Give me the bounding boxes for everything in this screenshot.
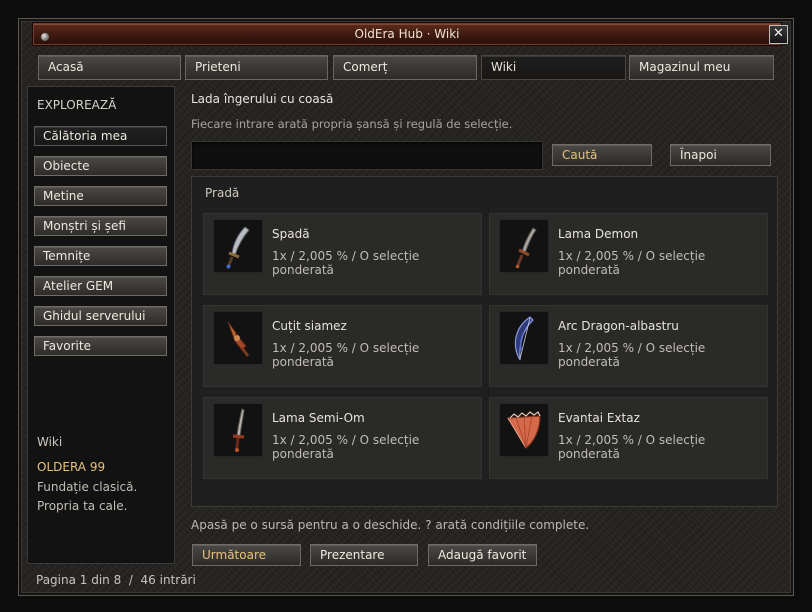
title-bar[interactable]: OldEra Hub · Wiki [33,23,781,45]
close-button[interactable]: ✕ [769,25,788,44]
sidebar-item-favorites[interactable]: Favorite [34,336,167,356]
loot-item-name: Evantai Extaz [558,411,640,425]
loot-item[interactable]: Spadă 1x / 2,005 % / O selecție ponderat… [203,213,482,295]
sidebar-heading: EXPLOREAZĂ [37,98,117,112]
tab-friends[interactable]: Prieteni [185,55,328,80]
loot-item-name: Cuțit siamez [272,319,347,333]
next-button[interactable]: Următoare [192,544,301,566]
loot-item-detail: 1x / 2,005 % / O selecție ponderată [558,433,706,461]
fan-icon [499,403,549,457]
half-man-blade-icon [213,403,263,457]
loot-item[interactable]: Evantai Extaz 1x / 2,005 % / O selecție … [489,397,768,479]
server-name: OLDERA 99 [37,460,106,474]
sword-icon [213,219,263,273]
pagination-info: Pagina 1 din 8 / 46 intrări [36,573,196,587]
loot-item-name: Arc Dragon-albastru [558,319,679,333]
tab-home[interactable]: Acasă [38,55,181,80]
page-subtitle: Fiecare intrare arată propria șansă și r… [191,117,513,131]
footer-hint: Apasă pe o sursă pentru a o deschide. ? … [191,518,590,532]
back-button[interactable]: Înapoi [670,144,771,166]
window-title: OldEra Hub · Wiki [354,27,460,41]
loot-item-detail: 1x / 2,005 % / O selecție ponderată [558,341,706,369]
page-title: Lada îngerului cu coasă [191,92,334,106]
loot-item[interactable]: Cuțit siamez 1x / 2,005 % / O selecție p… [203,305,482,387]
loot-item[interactable]: Lama Semi-Om 1x / 2,005 % / O selecție p… [203,397,482,479]
loot-heading: Pradă [205,186,240,200]
bow-icon [499,311,549,365]
twin-dagger-icon [213,311,263,365]
demon-blade-icon [499,219,549,273]
sidebar-item-dungeons[interactable]: Temnițe [34,246,167,266]
sidebar: EXPLOREAZĂ Călătoria mea Obiecte Metine … [27,86,175,564]
tab-wiki[interactable]: Wiki [481,55,626,80]
tab-trade[interactable]: Comerț [333,55,477,80]
loot-item-detail: 1x / 2,005 % / O selecție ponderată [272,249,420,277]
tab-my-shop[interactable]: Magazinul meu [629,55,774,80]
sidebar-item-gem-workshop[interactable]: Atelier GEM [34,276,167,296]
server-tagline-1: Fundație clasică. [37,480,138,494]
loot-item-detail: 1x / 2,005 % / O selecție ponderată [558,249,706,277]
wiki-window: OldEra Hub · Wiki ✕ Acasă Prieteni Comer… [18,18,794,596]
sidebar-section-label: Wiki [37,435,63,449]
loot-item-name: Lama Semi-Om [272,411,365,425]
loot-item-name: Spadă [272,227,310,241]
sidebar-item-items[interactable]: Obiecte [34,156,167,176]
loot-item-detail: 1x / 2,005 % / O selecție ponderată [272,341,420,369]
loot-panel: Pradă Spadă 1x / 2,005 % / O selecție po… [191,176,778,507]
server-tagline-2: Propria ta cale. [37,499,128,513]
loot-item[interactable]: Lama Demon 1x / 2,005 % / O selecție pon… [489,213,768,295]
overview-button[interactable]: Prezentare [310,544,418,566]
sidebar-item-server-guide[interactable]: Ghidul serverului [34,306,167,326]
search-input[interactable] [191,141,543,170]
loot-item[interactable]: Arc Dragon-albastru 1x / 2,005 % / O sel… [489,305,768,387]
search-button[interactable]: Caută [552,144,652,166]
sidebar-item-my-journey[interactable]: Călătoria mea [34,126,167,146]
loot-item-detail: 1x / 2,005 % / O selecție ponderată [272,433,420,461]
add-favorite-button[interactable]: Adaugă favorit [428,544,537,566]
loot-item-name: Lama Demon [558,227,639,241]
sidebar-item-metins[interactable]: Metine [34,186,167,206]
sidebar-item-monsters-bosses[interactable]: Monștri și șefi [34,216,167,236]
